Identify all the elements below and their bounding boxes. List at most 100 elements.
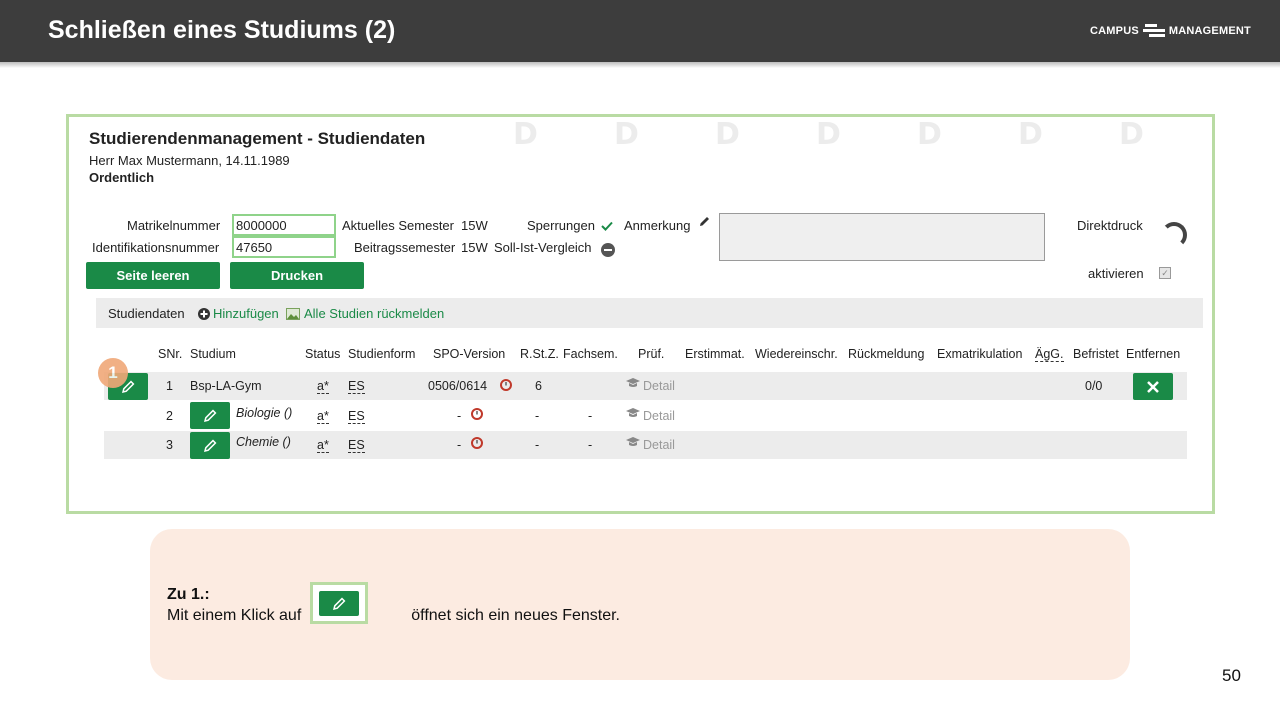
row-snr: 3 <box>166 438 173 452</box>
aktivieren-label: aktivieren <box>1088 266 1144 281</box>
page-title: Studierendenmanagement - Studiendaten <box>89 129 426 148</box>
note-box <box>150 529 1130 680</box>
clock-icon <box>500 379 512 391</box>
col-befristet: Befristet <box>1073 347 1119 361</box>
salutation: Herr <box>89 153 115 168</box>
col-rstz: R.St.Z. <box>520 347 559 361</box>
edit-button-illustration <box>319 591 359 616</box>
sperrungen-label: Sperrungen <box>527 218 595 233</box>
row-detail-link[interactable]: Detail <box>643 438 675 452</box>
row-status: a* <box>317 409 329 424</box>
watermark-icon: D <box>614 117 639 152</box>
campus-management-logo: CAMPUS MANAGEMENT <box>1090 21 1251 41</box>
pencil-icon <box>203 439 217 452</box>
ident-label: Identifikationsnummer <box>92 240 220 255</box>
table-row: 2 Biologie () a* ES - - - Detail <box>104 402 1187 430</box>
col-studienform: Studienform <box>348 347 416 361</box>
pencil-icon <box>332 597 346 610</box>
fee-semester-value: 15W <box>461 240 488 255</box>
studiendaten-toolbar: Studiendaten Hinzufügen Alle Studien rüc… <box>96 298 1203 328</box>
row-detail-link[interactable]: Detail <box>643 379 675 393</box>
graduation-cap-icon <box>626 437 640 446</box>
person-birthdate: , 14.11.1989 <box>218 153 290 168</box>
row-form: ES <box>348 409 365 424</box>
pencil-icon <box>203 409 217 422</box>
note-title: Zu 1.: <box>167 586 210 603</box>
col-studium: Studium <box>190 347 236 361</box>
screenshot-frame: D D D D D D D Studierendenmanagement - S… <box>66 114 1215 514</box>
plus-circle-icon <box>198 308 210 320</box>
row-studium: Biologie () <box>236 406 293 420</box>
watermark-icon: D <box>816 117 841 152</box>
soll-ist-link[interactable]: Soll-Ist-Vergleich <box>494 240 592 255</box>
check-icon <box>601 221 613 231</box>
note-text: Mit einem Klick auf öffnet sich ein neues… <box>167 607 620 625</box>
row-snr: 2 <box>166 409 173 423</box>
clock-icon <box>471 408 483 420</box>
edit-button[interactable] <box>190 432 230 459</box>
print-button[interactable]: Drucken <box>230 262 364 289</box>
col-snr: SNr. <box>158 347 183 361</box>
watermark-icon: D <box>715 117 740 152</box>
logo-text-right: MANAGEMENT <box>1168 25 1251 37</box>
watermark-icon: D <box>513 117 538 152</box>
remove-button[interactable] <box>1133 373 1173 400</box>
col-spo: SPO-Version <box>433 347 506 361</box>
edit-button[interactable] <box>190 402 230 429</box>
watermark-icon: D <box>1018 117 1043 152</box>
fee-semester-label: Beitragssemester <box>354 240 456 255</box>
row-rstz: - <box>535 409 540 423</box>
row-status: a* <box>317 438 329 453</box>
image-icon <box>286 308 300 320</box>
col-exmatrikulation: Exmatrikulation <box>937 347 1023 361</box>
row-spo: - <box>457 409 462 423</box>
row-rstz: 6 <box>535 379 542 393</box>
clear-page-button[interactable]: Seite leeren <box>86 262 220 289</box>
note-text-after: öffnet sich ein neues Fenster. <box>411 607 620 624</box>
row-detail-link[interactable]: Detail <box>643 409 675 423</box>
row-befristet: 0/0 <box>1085 379 1103 393</box>
clock-icon <box>471 437 483 449</box>
person-line: Herr Max Mustermann, 14.11.1989 <box>89 153 290 168</box>
remark-textarea[interactable] <box>719 213 1045 261</box>
aktivieren-checkbox[interactable]: ✓ <box>1159 267 1171 279</box>
close-icon <box>1147 380 1159 393</box>
col-aegg: ÄgG. <box>1035 347 1064 362</box>
col-status: Status <box>305 347 341 361</box>
row-status: a* <box>317 379 329 394</box>
row-spo: 0506/0614 <box>428 379 488 393</box>
ident-input[interactable]: 47650 <box>232 236 336 258</box>
row-rstz: - <box>535 438 540 452</box>
minus-circle-icon <box>601 243 615 257</box>
row-spo: - <box>457 438 462 452</box>
current-semester-label: Aktuelles Semester <box>342 218 454 233</box>
pencil-icon[interactable] <box>698 215 711 228</box>
add-link[interactable]: Hinzufügen <box>213 306 279 321</box>
logo-icon <box>1142 24 1165 37</box>
person-name: Max Mustermann <box>117 153 219 168</box>
col-entfernen: Entfernen <box>1126 347 1181 361</box>
row-fachsem: - <box>588 438 593 452</box>
direktdruck-label: Direktdruck <box>1077 218 1143 233</box>
student-status: Ordentlich <box>89 170 155 185</box>
matrikel-label: Matrikelnummer <box>127 218 221 233</box>
watermark-icon: D <box>917 117 942 152</box>
graduation-cap-icon <box>626 378 640 387</box>
loading-spinner-icon <box>1161 222 1187 248</box>
header-shadow <box>0 62 1280 68</box>
step-badge: 1 <box>98 358 128 388</box>
table-row: 3 Chemie () a* ES - - - Detail <box>104 431 1187 459</box>
logo-text-left: CAMPUS <box>1090 25 1139 37</box>
all-rereport-link[interactable]: Alle Studien rückmelden <box>304 306 444 321</box>
matrikel-input[interactable]: 8000000 <box>232 214 336 236</box>
graduation-cap-icon <box>626 408 640 417</box>
col-wiedereinschr: Wiedereinschr. <box>755 347 838 361</box>
col-erstimmat: Erstimmat. <box>685 347 745 361</box>
row-studium: Chemie () <box>236 435 291 449</box>
slide-title: Schließen eines Studiums (2) <box>48 16 396 44</box>
row-form: ES <box>348 379 365 394</box>
row-fachsem: - <box>588 409 593 423</box>
table-row: 1 Bsp-LA-Gym a* ES 0506/0614 6 Detail 0/… <box>104 372 1187 400</box>
note-edit-illustration <box>310 582 368 624</box>
anmerkung-label: Anmerkung <box>624 218 691 233</box>
